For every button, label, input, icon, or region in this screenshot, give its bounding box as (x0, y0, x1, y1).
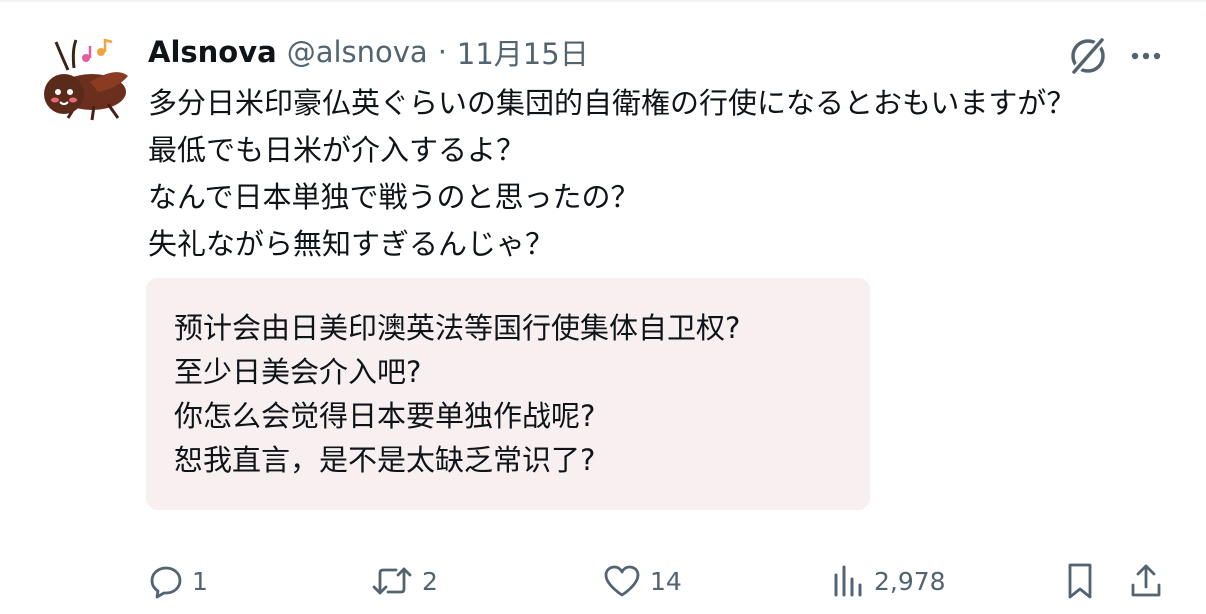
views-icon (834, 565, 862, 597)
user-handle[interactable]: @alsnova (287, 35, 428, 69)
top-divider (0, 0, 1206, 2)
avatar[interactable] (38, 36, 134, 122)
reply-icon (150, 566, 182, 599)
tweet-text-line: 多分日米印豪仏英ぐらいの集団的自衛権の行使になるとおもいますが？ (148, 86, 1076, 120)
tweet-text-line: なんで日本単独で戦うのと思ったの？ (148, 180, 640, 214)
action-bar: 1 2 14 2,978 (0, 556, 1206, 606)
separator: · (437, 35, 447, 69)
like-button[interactable]: 14 (602, 556, 682, 606)
repost-count: 2 (422, 566, 438, 596)
translation-line: 至少日美会介入吧? (174, 355, 422, 389)
repost-icon (372, 567, 412, 595)
bookmark-button[interactable] (1062, 556, 1098, 606)
tweet-text-line: 最低でも日米が介入するよ？ (148, 133, 526, 167)
translation-box: 预计会由日美印澳英法等国行使集体自卫权? 至少日美会介入吧? 你怎么会觉得日本要… (146, 278, 870, 510)
like-count: 14 (650, 566, 682, 596)
bookmark-icon (1068, 563, 1092, 599)
repost-button[interactable]: 2 (370, 556, 438, 606)
translation-line: 恕我直言，是不是太缺乏常识了? (174, 443, 596, 477)
tweet-text: 多分日米印豪仏英ぐらいの集団的自衛権の行使になるとおもいますが？ 最低でも日米が… (148, 80, 1188, 268)
reply-count: 1 (192, 566, 208, 596)
display-name[interactable]: Alsnova (148, 35, 277, 69)
translation-line: 你怎么会觉得日本要单独作战呢? (174, 399, 596, 433)
more-button[interactable] (1124, 34, 1168, 78)
heart-icon (604, 565, 640, 597)
tweet-header: Alsnova @alsnova · 11月15日 (148, 30, 589, 74)
more-icon (1131, 52, 1161, 60)
translation-line: 预计会由日美印澳英法等国行使集体自卫权? (174, 311, 741, 345)
grok-icon (1070, 37, 1106, 75)
translation-text: 预计会由日美印澳英法等国行使集体自卫权? 至少日美会介入吧? 你怎么会觉得日本要… (174, 306, 740, 482)
view-count: 2,978 (874, 566, 946, 596)
grok-button[interactable] (1066, 34, 1110, 78)
cricket-avatar-icon (44, 38, 128, 121)
tweet-text-line: 失礼ながら無知すぎるんじゃ？ (148, 227, 555, 261)
share-button[interactable] (1128, 556, 1164, 606)
post-date[interactable]: 11月15日 (457, 31, 589, 73)
share-icon (1131, 564, 1161, 597)
reply-button[interactable]: 1 (148, 556, 208, 606)
views-button[interactable]: 2,978 (830, 556, 946, 606)
